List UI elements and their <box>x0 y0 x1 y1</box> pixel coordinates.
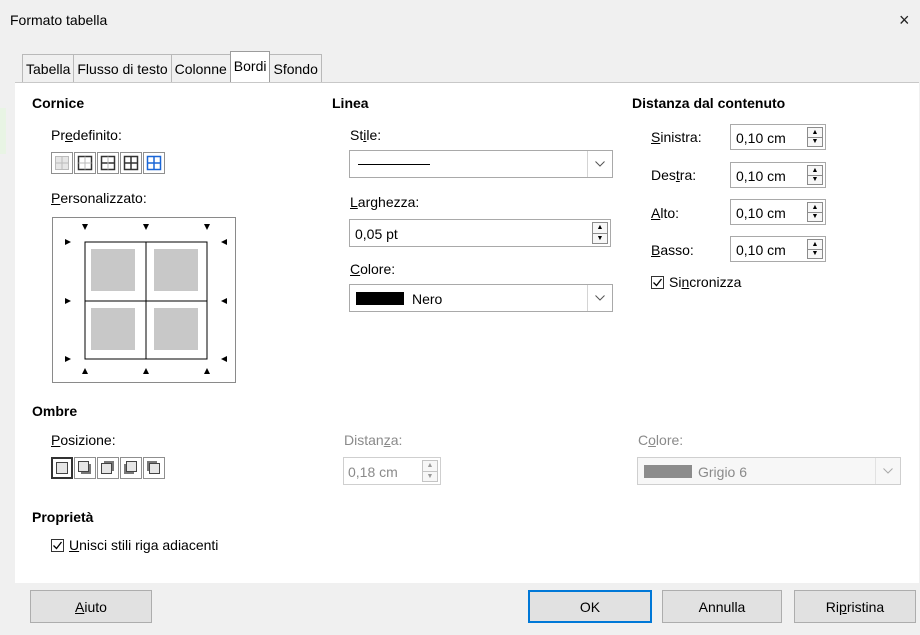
spin-buttons[interactable]: ▲ ▼ <box>807 165 823 185</box>
ok-button[interactable]: OK <box>528 590 652 623</box>
tab-sfondo[interactable]: Sfondo <box>269 54 322 82</box>
spin-buttons[interactable]: ▲ ▼ <box>592 222 608 244</box>
chevron-down-icon <box>587 285 612 311</box>
chevron-down-icon <box>875 458 900 484</box>
unisci-checkbox[interactable]: Unisci stili riga adiacenti <box>51 537 218 553</box>
border-inner-only-icon[interactable] <box>143 152 165 174</box>
larghezza-value: 0,05 pt <box>355 226 398 242</box>
tab-bar: Tabella Flusso di testo Colonne Bordi Sf… <box>22 51 322 82</box>
color-swatch <box>644 465 692 478</box>
spin-up-icon[interactable]: ▲ <box>808 203 822 212</box>
destra-label: Destra: <box>651 167 697 183</box>
border-preview[interactable] <box>52 217 236 383</box>
aiuto-button[interactable]: Aiuto <box>30 590 152 623</box>
spin-up-icon[interactable]: ▲ <box>423 461 437 471</box>
ombre-distanza-stepper[interactable]: 0,18 cm ▲ ▼ <box>343 457 441 485</box>
spin-down-icon[interactable]: ▼ <box>808 136 822 147</box>
annulla-button[interactable]: Annulla <box>662 590 782 623</box>
spin-buttons[interactable]: ▲ ▼ <box>422 460 438 482</box>
spin-buttons[interactable]: ▲ ▼ <box>807 202 823 222</box>
colore-label: Colore: <box>350 261 396 277</box>
unisci-label: Unisci stili riga adiacenti <box>69 537 219 553</box>
destra-stepper[interactable]: 0,10 cm ▲ ▼ <box>730 162 826 188</box>
sincronizza-label: Sincronizza <box>669 274 742 290</box>
alto-value: 0,10 cm <box>736 205 786 221</box>
shadow-none-icon[interactable] <box>51 457 73 479</box>
linea-header: Linea <box>332 95 369 111</box>
background-edge <box>0 108 6 154</box>
border-outer-icon[interactable] <box>74 152 96 174</box>
spin-buttons[interactable]: ▲ ▼ <box>807 239 823 259</box>
close-icon[interactable]: × <box>899 10 910 31</box>
ombre-colore-value: Grigio 6 <box>698 464 748 480</box>
ombre-colore-select[interactable]: Grigio 6 <box>637 457 901 485</box>
spin-down-icon[interactable]: ▼ <box>808 211 822 222</box>
spin-down-icon[interactable]: ▼ <box>423 470 437 482</box>
posizione-label: Posizione: <box>51 432 116 448</box>
border-outer-horizontal-icon[interactable] <box>97 152 119 174</box>
shadow-top-left-icon[interactable] <box>143 457 165 479</box>
ombre-distanza-value: 0,18 cm <box>348 464 398 480</box>
basso-value: 0,10 cm <box>736 242 786 258</box>
stile-label: Stile: <box>350 127 382 143</box>
colore-select[interactable]: Nero <box>349 284 613 312</box>
spin-up-icon[interactable]: ▲ <box>808 166 822 175</box>
shadow-position-row <box>51 457 165 479</box>
proprieta-header: Proprietà <box>32 509 94 525</box>
spin-down-icon[interactable]: ▼ <box>593 232 607 244</box>
predefinito-label: Predefinito: <box>51 127 122 143</box>
spin-up-icon[interactable]: ▲ <box>808 240 822 249</box>
alto-stepper[interactable]: 0,10 cm ▲ ▼ <box>730 199 826 225</box>
sincronizza-checkbox[interactable]: Sincronizza <box>651 274 741 290</box>
chevron-down-icon <box>587 151 612 177</box>
line-style-sample <box>358 164 430 165</box>
border-none-icon[interactable] <box>51 152 73 174</box>
basso-stepper[interactable]: 0,10 cm ▲ ▼ <box>730 236 826 262</box>
larghezza-stepper[interactable]: 0,05 pt ▲ ▼ <box>349 219 611 247</box>
ripristina-button[interactable]: Ri p ristina <box>794 590 916 623</box>
shadow-top-right-icon[interactable] <box>97 457 119 479</box>
tab-colonne[interactable]: Colonne <box>170 54 231 82</box>
ombre-header: Ombre <box>32 403 78 419</box>
stile-select[interactable] <box>349 150 613 178</box>
spin-buttons[interactable]: ▲ ▼ <box>807 127 823 147</box>
checkmark-icon[interactable] <box>51 538 64 552</box>
colore-value: Nero <box>412 291 443 307</box>
basso-label: Basso: <box>651 242 694 258</box>
ombre-colore-label: Colore: <box>638 432 684 448</box>
tab-tabella[interactable]: Tabella <box>22 54 75 82</box>
tab-flusso-di-testo[interactable]: Flusso di testo <box>73 54 172 82</box>
shadow-bottom-left-icon[interactable] <box>120 457 142 479</box>
sinistra-stepper[interactable]: 0,10 cm ▲ ▼ <box>730 124 826 150</box>
preset-row <box>51 152 165 174</box>
tab-bordi[interactable]: Bordi <box>229 51 271 82</box>
personalizzato-label: Personalizzato: <box>51 190 147 206</box>
spin-up-icon[interactable]: ▲ <box>808 128 822 137</box>
cornice-header: Cornice <box>32 95 85 111</box>
window-title: Formato tabella <box>10 12 108 28</box>
larghezza-label: Larghezza: <box>350 194 420 210</box>
distanza-header: Distanza dal contenuto <box>632 95 786 111</box>
spin-down-icon[interactable]: ▼ <box>808 248 822 259</box>
ombre-distanza-label: Distanza: <box>344 432 403 448</box>
sinistra-label: Sinistra: <box>651 129 702 145</box>
shadow-bottom-right-icon[interactable] <box>74 457 96 479</box>
checkmark-icon[interactable] <box>651 275 664 289</box>
spin-up-icon[interactable]: ▲ <box>593 223 607 233</box>
spin-down-icon[interactable]: ▼ <box>808 174 822 185</box>
border-preview-canvas <box>65 224 227 374</box>
border-all-icon[interactable] <box>120 152 142 174</box>
destra-value: 0,10 cm <box>736 168 786 184</box>
color-swatch <box>356 292 404 305</box>
sinistra-value: 0,10 cm <box>736 130 786 146</box>
alto-label: Alto: <box>651 205 680 221</box>
